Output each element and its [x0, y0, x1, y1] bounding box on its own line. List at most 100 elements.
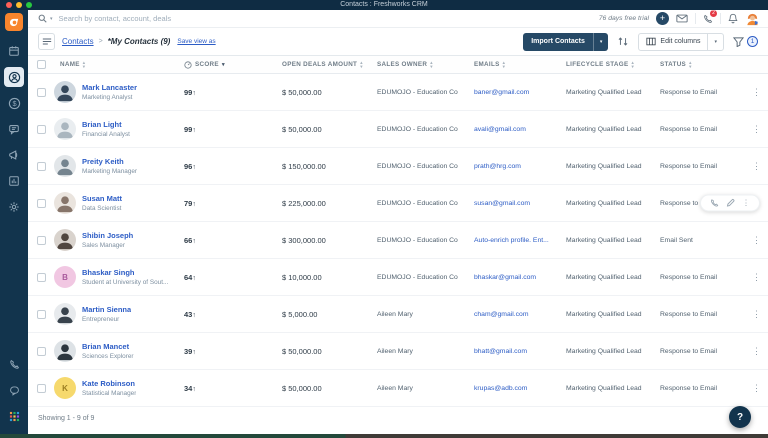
- save-view-as-link[interactable]: Save view as: [177, 38, 215, 45]
- avatar-initial: B: [62, 272, 68, 282]
- edit-action-icon[interactable]: [726, 199, 735, 208]
- table-row[interactable]: Martin Sienna Entrepreneur 43↑ $ 5,000.0…: [28, 296, 768, 333]
- row-kebab-menu-icon[interactable]: ⋮: [745, 87, 768, 98]
- sidebar-item-analytics[interactable]: [4, 171, 24, 191]
- sidebar-item-settings[interactable]: [4, 197, 24, 217]
- table-row[interactable]: Preity Keith Marketing Manager 96↑ $ 150…: [28, 148, 768, 185]
- email-link[interactable]: avali@gmail.com: [474, 126, 526, 133]
- row-checkbox[interactable]: [36, 124, 46, 134]
- column-header-open-deals[interactable]: OPEN DEALS AMOUNT ▴ ▾: [278, 60, 373, 68]
- contact-name-link[interactable]: Martin Sienna: [82, 305, 131, 314]
- sidebar-item-campaigns[interactable]: [4, 145, 24, 165]
- open-deals-amount-cell: $ 50,000.00: [282, 346, 322, 356]
- table-view-toggle-icon[interactable]: [38, 33, 55, 50]
- row-kebab-menu-icon[interactable]: ⋮: [745, 346, 768, 357]
- contact-name-link[interactable]: Shibin Joseph: [82, 231, 133, 240]
- sidebar-item-conversations[interactable]: [4, 119, 24, 139]
- table-row[interactable]: B Bhaskar Singh Student at University of…: [28, 259, 768, 296]
- email-link[interactable]: baner@gmail.com: [474, 89, 529, 96]
- email-link[interactable]: bhatt@gmail.com: [474, 348, 527, 355]
- sort-icon[interactable]: ▴ ▾: [689, 60, 692, 68]
- edit-columns-caret-icon[interactable]: ▾: [707, 33, 723, 50]
- email-link[interactable]: susan@gmail.com: [474, 200, 530, 207]
- row-kebab-menu-icon[interactable]: ⋮: [745, 272, 768, 283]
- score-cell: 64↑: [184, 272, 196, 282]
- sales-owner-cell: Aileen Mary: [377, 384, 413, 392]
- table-row[interactable]: Susan Matt Data Scientist 79↑ $ 225,000.…: [28, 185, 768, 222]
- contact-name-link[interactable]: Brian Mancet: [82, 342, 129, 351]
- support-chat-icon[interactable]: [4, 380, 24, 400]
- import-dropdown-caret-icon[interactable]: ▾: [592, 32, 609, 51]
- more-actions-icon[interactable]: ⋮: [742, 199, 750, 208]
- calls-icon[interactable]: 2: [703, 9, 717, 24]
- quick-add-button[interactable]: +: [656, 12, 669, 25]
- search-scope-caret-icon[interactable]: ▾: [50, 16, 53, 22]
- table-row[interactable]: Mark Lancaster Marketing Analyst 99↑ $ 5…: [28, 74, 768, 111]
- call-action-icon[interactable]: [710, 199, 719, 208]
- user-avatar[interactable]: [745, 11, 760, 26]
- email-link[interactable]: krupas@adb.com: [474, 385, 527, 392]
- row-checkbox[interactable]: [36, 272, 46, 282]
- contact-name-link[interactable]: Susan Matt: [82, 194, 122, 203]
- sort-icon[interactable]: ▴ ▾: [503, 60, 506, 68]
- contact-name-link[interactable]: Brian Light: [82, 120, 122, 129]
- contact-name-link[interactable]: Mark Lancaster: [82, 83, 137, 92]
- edit-columns-button[interactable]: Edit columns ▾: [638, 32, 724, 51]
- row-checkbox[interactable]: [36, 161, 46, 171]
- help-button[interactable]: ?: [729, 406, 751, 428]
- select-all-checkbox[interactable]: [36, 60, 46, 69]
- email-link[interactable]: Auto-enrich profile. Ent...: [474, 237, 549, 244]
- sort-icon[interactable]: ▴ ▾: [360, 60, 363, 68]
- table-row[interactable]: Brian Light Financial Analyst 99↑ $ 50,0…: [28, 111, 768, 148]
- sort-desc-icon[interactable]: ▾: [222, 62, 225, 68]
- row-checkbox[interactable]: [36, 383, 46, 393]
- score-cell: 99↑: [184, 87, 196, 97]
- email-link[interactable]: bhaskar@gmail.com: [474, 274, 536, 281]
- active-filter-count-badge[interactable]: 1: [747, 36, 758, 47]
- table-row[interactable]: Brian Mancet Sciences Explorer 39↑ $ 50,…: [28, 333, 768, 370]
- table-row[interactable]: Shibin Joseph Sales Manager 66↑ $ 300,00…: [28, 222, 768, 259]
- sort-icon[interactable]: ▴ ▾: [430, 60, 433, 68]
- column-header-name[interactable]: NAME ▴ ▾: [54, 60, 180, 68]
- row-kebab-menu-icon[interactable]: ⋮: [745, 161, 768, 172]
- row-kebab-menu-icon[interactable]: ⋮: [745, 383, 768, 394]
- column-header-status[interactable]: STATUS ▴ ▾: [656, 60, 745, 68]
- filter-funnel-icon[interactable]: [733, 36, 744, 47]
- email-link[interactable]: cham@gmail.com: [474, 311, 529, 318]
- contact-name-link[interactable]: Preity Keith: [82, 157, 124, 166]
- freshworks-logo[interactable]: [5, 13, 23, 31]
- sidebar-item-contacts[interactable]: [4, 67, 24, 87]
- email-link[interactable]: prath@hrg.com: [474, 163, 521, 170]
- column-header-score[interactable]: SCORE ▾: [180, 60, 278, 69]
- sidebar-item-calendar[interactable]: [4, 41, 24, 61]
- row-checkbox[interactable]: [36, 198, 46, 208]
- table-row[interactable]: K Kate Robinson Statistical Manager 34↑ …: [28, 370, 768, 407]
- row-checkbox[interactable]: [36, 346, 46, 356]
- contact-name-link[interactable]: Bhaskar Singh: [82, 268, 135, 277]
- sort-icon[interactable]: ▴ ▾: [83, 60, 86, 68]
- sort-icon[interactable]: [617, 36, 629, 47]
- notifications-bell-icon[interactable]: [728, 13, 738, 24]
- column-header-lifecycle-stage[interactable]: LIFECYCLE STAGE ▴ ▾: [562, 60, 656, 68]
- row-checkbox[interactable]: [36, 309, 46, 319]
- score-cell: 79↑: [184, 198, 196, 208]
- row-kebab-menu-icon[interactable]: ⋮: [745, 235, 768, 246]
- phone-dialer-icon[interactable]: [4, 354, 24, 374]
- column-header-emails[interactable]: EMAILS ▴ ▾: [470, 60, 562, 68]
- column-header-sales-owner[interactable]: SALES OWNER ▴ ▾: [373, 60, 470, 68]
- search-icon[interactable]: [38, 10, 47, 28]
- apps-switcher-icon[interactable]: [4, 406, 24, 426]
- current-view-name[interactable]: *My Contacts (9): [108, 37, 171, 46]
- sort-icon[interactable]: ▴ ▾: [631, 60, 634, 68]
- row-checkbox[interactable]: [36, 235, 46, 245]
- search-input[interactable]: [58, 14, 279, 23]
- sidebar-item-deals[interactable]: $: [4, 93, 24, 113]
- status-cell: Email Sent: [660, 236, 693, 244]
- row-kebab-menu-icon[interactable]: ⋮: [745, 124, 768, 135]
- import-contacts-button[interactable]: Import Contacts ▾: [523, 32, 609, 51]
- breadcrumb-contacts-link[interactable]: Contacts: [62, 37, 94, 46]
- row-kebab-menu-icon[interactable]: ⋮: [745, 309, 768, 320]
- email-icon[interactable]: [676, 14, 688, 23]
- row-checkbox[interactable]: [36, 87, 46, 97]
- contact-name-link[interactable]: Kate Robinson: [82, 379, 135, 388]
